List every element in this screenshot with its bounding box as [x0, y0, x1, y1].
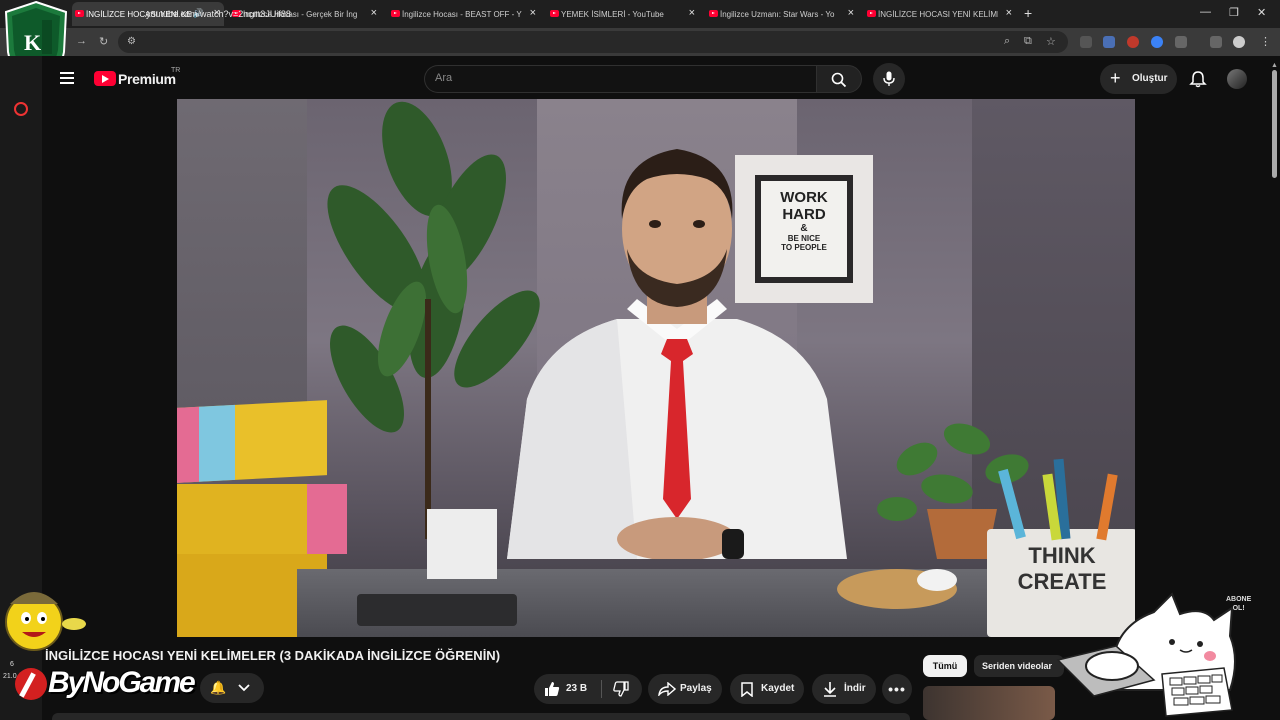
youtube-favicon-icon: [75, 10, 84, 17]
browser-menu-icon[interactable]: ⋮: [1260, 35, 1271, 48]
like-dislike-group: 23 B: [534, 674, 642, 704]
more-actions-button[interactable]: •••: [882, 674, 912, 704]
recommended-video-thumbnail[interactable]: [923, 686, 1055, 720]
youtube-premium-wordmark[interactable]: Premium: [118, 71, 176, 87]
bookmark-icon: [741, 682, 753, 697]
cast-icon[interactable]: ⧉: [1024, 35, 1032, 48]
voice-search-button[interactable]: [873, 63, 905, 95]
browser-tab[interactable]: İngilizce Uzmanı: Star Wars - Yo ×: [706, 2, 858, 26]
bynogame-watermark: ByNoGame: [0, 660, 212, 720]
more-horizontal-icon: •••: [888, 681, 906, 697]
account-avatar[interactable]: [1227, 69, 1247, 89]
scroll-up-arrow-icon[interactable]: ▲: [1271, 62, 1278, 69]
profile-avatar-icon[interactable]: [1233, 36, 1245, 48]
create-label: Oluştur: [1132, 73, 1168, 84]
computer-mouse: [917, 569, 957, 591]
plus-icon: +: [1110, 68, 1121, 88]
chip-series-videos[interactable]: Seriden videolar: [974, 655, 1064, 677]
site-info-icon[interactable]: ⚙: [127, 36, 136, 47]
browser-tab[interactable]: İNGİLİZCE HOCASI YENİ KELİME ×: [864, 2, 1016, 26]
tab-title: İngilizce Uzmanı: Star Wars - Yo: [720, 9, 835, 19]
chip-all[interactable]: Tümü: [923, 655, 967, 677]
tab-title: İngilizce Hocası - BEAST OFF - Y: [402, 9, 522, 19]
search-placeholder: Ara: [435, 72, 453, 84]
save-label: Kaydet: [761, 683, 795, 694]
svg-text:K: K: [24, 30, 41, 55]
menu-hamburger-icon[interactable]: [60, 72, 74, 84]
extension-icon[interactable]: [1103, 36, 1115, 48]
media-control-icon[interactable]: [1210, 36, 1222, 48]
browser-tab[interactable]: YEMEK İSİMLERİ - YouTube ×: [547, 2, 699, 26]
scrollbar-thumb[interactable]: [1272, 70, 1277, 178]
extensions-puzzle-icon[interactable]: [1175, 36, 1187, 48]
share-icon: [658, 682, 676, 696]
close-tab-icon[interactable]: ×: [1006, 7, 1012, 19]
youtube-logo-icon[interactable]: [94, 71, 116, 86]
bynogame-logo-icon: [15, 668, 47, 700]
tissue-box: [427, 509, 497, 579]
region-code: TR: [171, 67, 181, 74]
download-label: İndir: [844, 683, 866, 694]
extension-icon[interactable]: [1127, 36, 1139, 48]
tab-title: YEMEK İSİMLERİ - YouTube: [561, 9, 664, 19]
tab-title: İNGİLİZCE HOCASI YENİ KELİME: [878, 9, 998, 19]
address-field[interactable]: [118, 31, 1068, 53]
bynogame-wordmark: ByNoGame: [48, 666, 196, 699]
share-label: Paylaş: [680, 683, 712, 694]
side-panel-app-icon[interactable]: [14, 102, 28, 116]
video-player[interactable]: WORK HARD & BE NICE TO PEOPLE THINK CREA…: [177, 99, 1135, 637]
close-tab-icon[interactable]: ×: [848, 7, 854, 19]
notifications-bell-icon[interactable]: [1189, 70, 1207, 88]
share-button[interactable]: Paylaş: [648, 674, 722, 704]
bookmark-star-icon[interactable]: ☆: [1046, 35, 1056, 48]
create-button[interactable]: + Oluştur: [1100, 64, 1177, 94]
extension-shield-icon[interactable]: [1080, 36, 1092, 48]
close-tab-icon[interactable]: ×: [371, 7, 377, 19]
thumbs-up-icon: [545, 682, 560, 696]
forward-icon[interactable]: →: [76, 35, 87, 47]
youtube-favicon-icon: [709, 10, 718, 17]
thumbs-down-icon: [613, 681, 629, 697]
youtube-favicon-icon: [550, 10, 559, 17]
minimize-icon[interactable]: —: [1200, 6, 1211, 18]
youtube-favicon-icon: [867, 10, 876, 17]
search-button[interactable]: [816, 65, 862, 93]
browser-tab[interactable]: İngilizce Hocası - BEAST OFF - Y ×: [388, 2, 540, 26]
calculator: [357, 594, 517, 626]
download-button[interactable]: İndir: [812, 674, 876, 704]
zoom-icon[interactable]: ⌕: [1004, 35, 1010, 48]
restore-icon[interactable]: ❐: [1229, 6, 1239, 19]
cartoon-mascot-sticker: [5, 592, 86, 651]
dislike-button[interactable]: [602, 674, 642, 704]
url-text: youtube.com/watch?v=2ncm3JUif88: [146, 9, 291, 19]
download-icon: [824, 682, 836, 697]
extension-icon[interactable]: [1151, 36, 1163, 48]
presenter-figure: [507, 149, 847, 559]
microphone-icon: [883, 71, 895, 86]
reload-icon[interactable]: ↻: [99, 35, 108, 48]
new-tab-button[interactable]: +: [1024, 5, 1032, 21]
like-count: 23 B: [566, 683, 588, 694]
close-tab-icon[interactable]: ×: [530, 7, 536, 19]
book-stack: [177, 400, 327, 483]
book-stack: [177, 484, 347, 554]
bell-icon: 🔔: [210, 680, 227, 695]
save-button[interactable]: Kaydet: [730, 674, 804, 704]
close-tab-icon[interactable]: ×: [689, 7, 695, 19]
close-window-icon[interactable]: ✕: [1257, 6, 1266, 19]
chevron-down-icon: [238, 684, 250, 692]
search-icon: [831, 72, 847, 88]
search-input[interactable]: [424, 65, 816, 93]
youtube-favicon-icon: [391, 10, 400, 17]
bongo-cat-overlay: [1056, 592, 1236, 717]
like-button[interactable]: 23 B: [534, 674, 600, 704]
